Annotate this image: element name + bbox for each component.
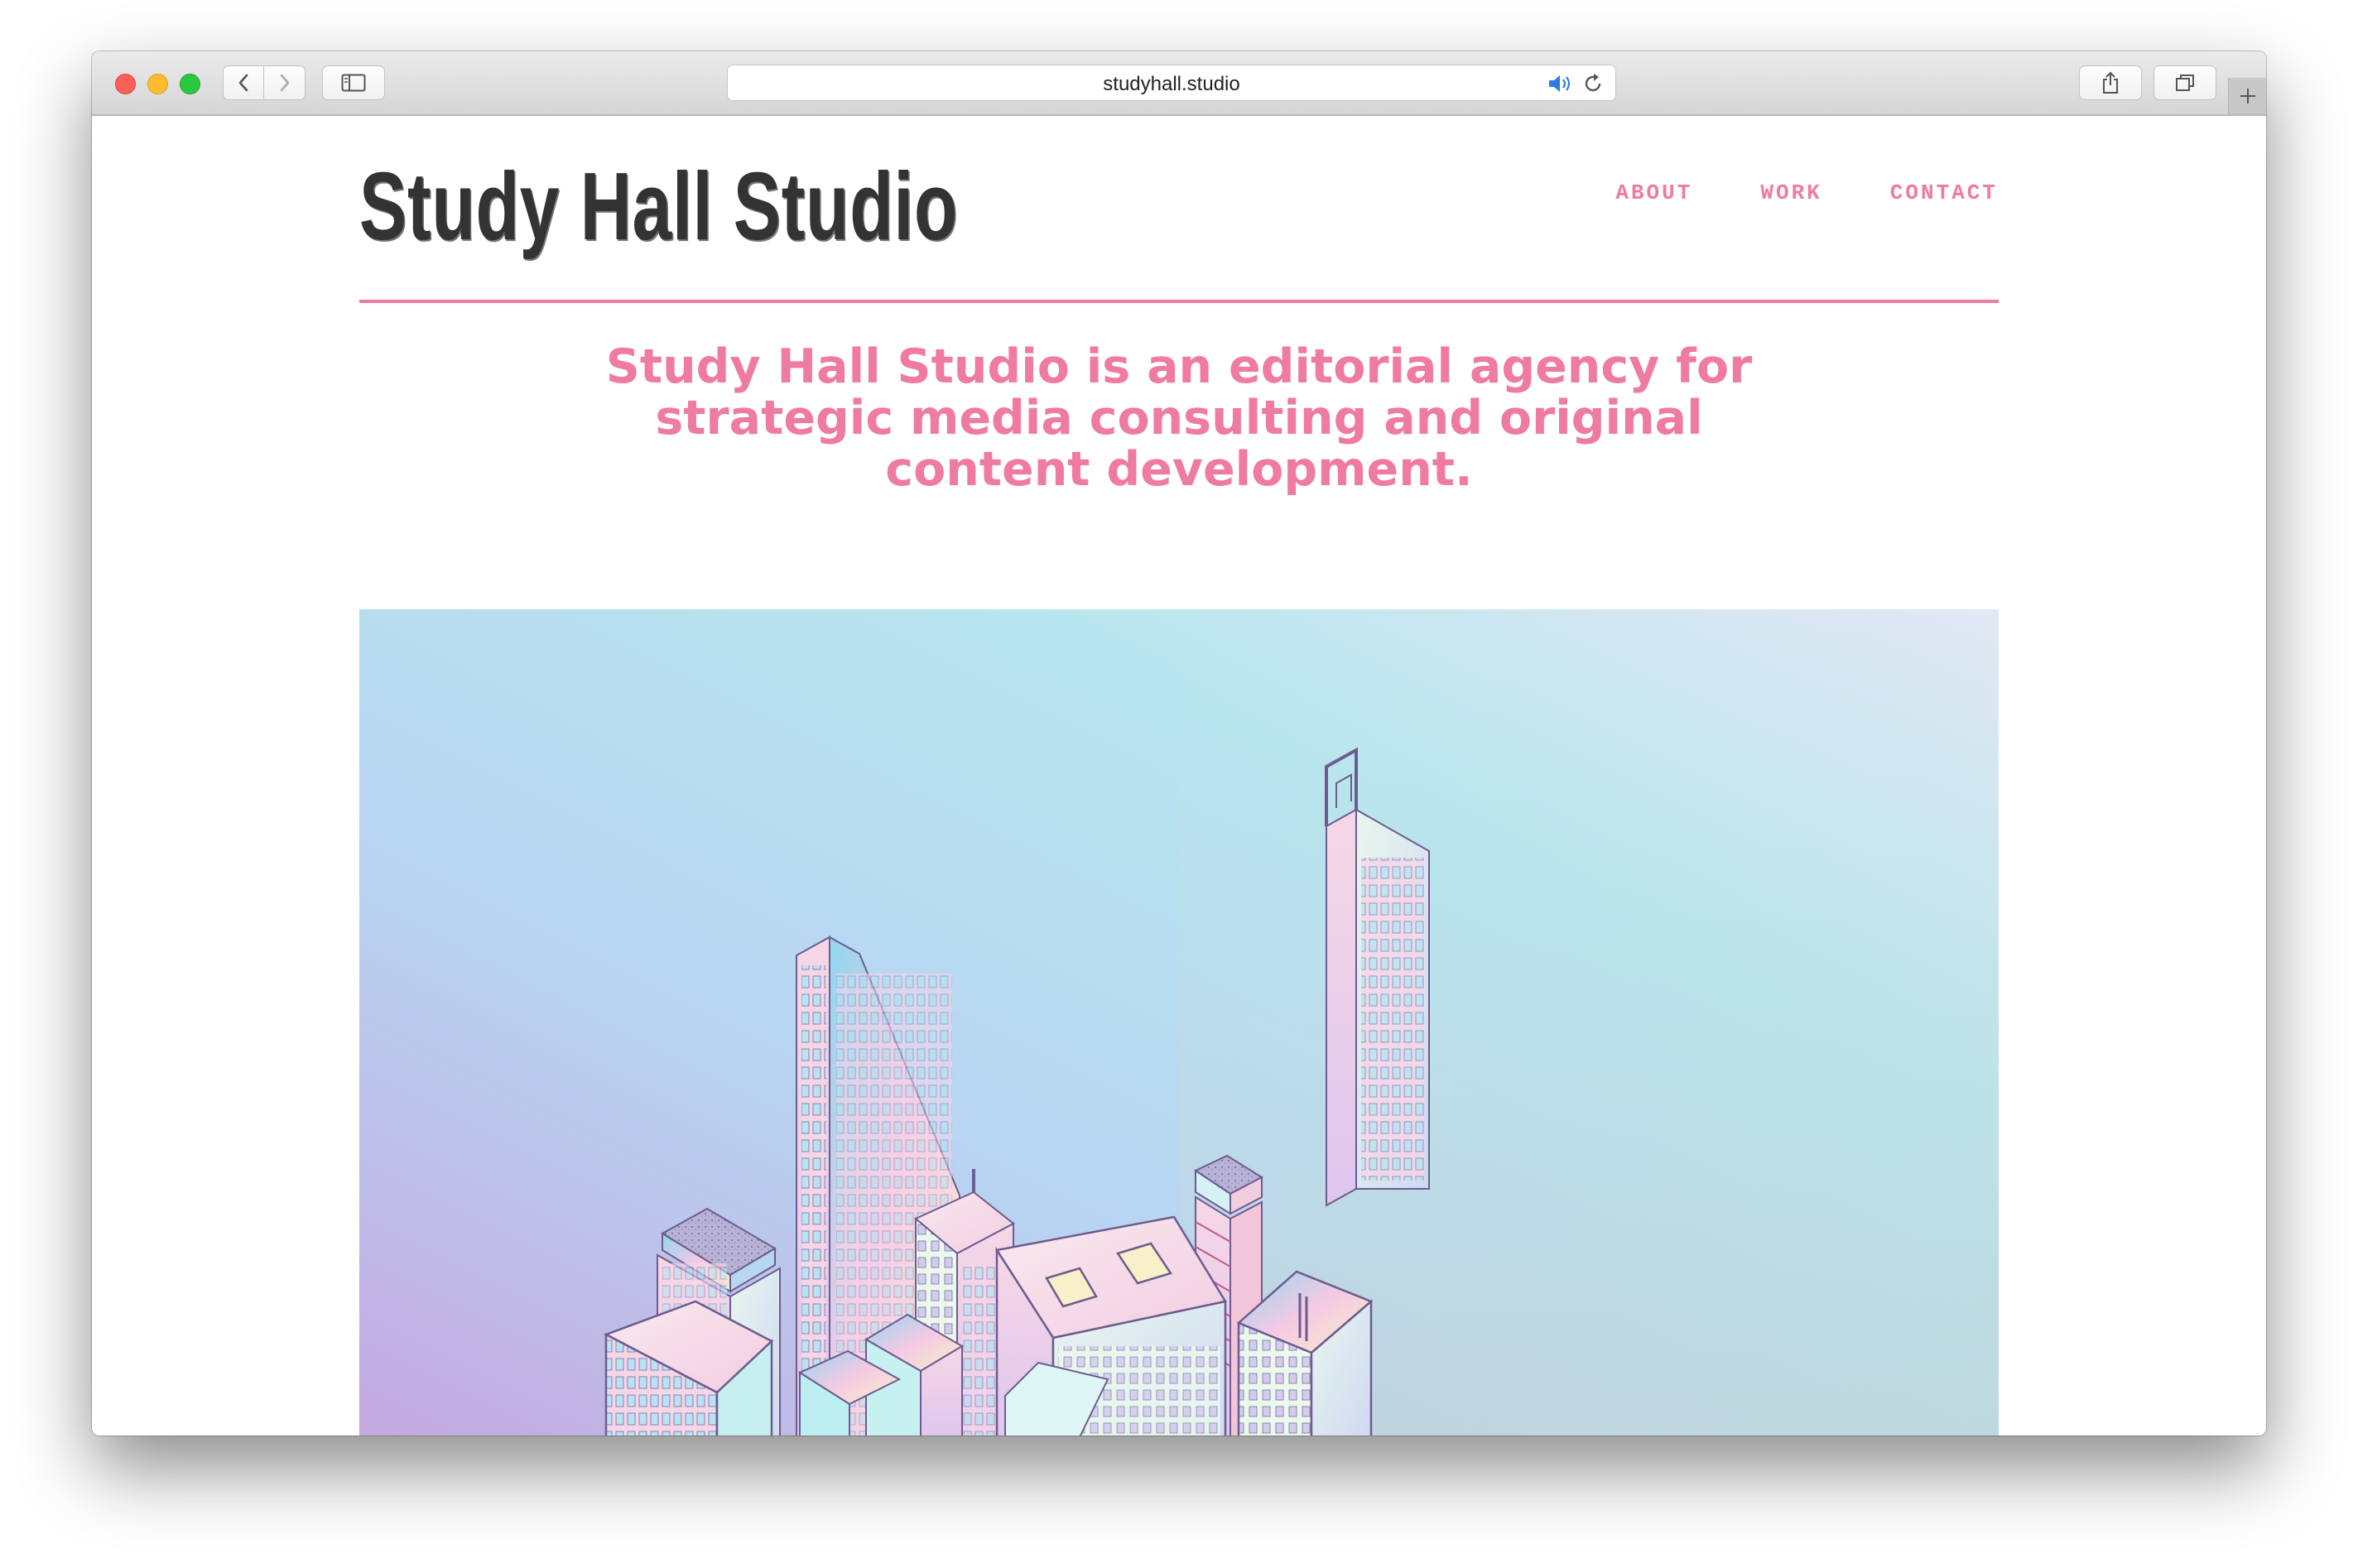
nav-contact-link[interactable]: CONTACT — [1890, 180, 1998, 205]
isometric-city-illustration — [359, 609, 1999, 1436]
chevron-left-icon — [238, 74, 248, 92]
address-bar[interactable]: studyhall.studio — [727, 65, 1616, 101]
tagline-line: content development. — [885, 442, 1473, 497]
url-text: studyhall.studio — [1103, 73, 1240, 95]
minimize-window-button[interactable] — [147, 74, 168, 94]
plus-icon — [2240, 89, 2255, 103]
main-nav: ABOUT WORK CONTACT — [1615, 180, 1998, 205]
back-button[interactable] — [223, 65, 264, 100]
share-icon — [2103, 71, 2118, 94]
tabs-icon — [2176, 75, 2194, 91]
reload-icon[interactable] — [1582, 73, 1604, 94]
sidebar-icon — [341, 74, 366, 92]
site-logo[interactable]: Study Hall Studio — [359, 151, 958, 262]
tabs-overview-button[interactable] — [2153, 65, 2216, 100]
nav-about-link[interactable]: ABOUT — [1615, 180, 1692, 205]
sidebar-button[interactable] — [322, 65, 385, 100]
browser-toolbar: studyhall.studio — [92, 51, 2266, 116]
tagline-line: strategic media consulting and original — [655, 391, 1703, 445]
tagline: Study Hall Studio is an editorial agency… — [359, 341, 1999, 495]
forward-button[interactable] — [263, 65, 306, 100]
close-window-button[interactable] — [115, 74, 136, 94]
speaker-icon[interactable] — [1547, 74, 1574, 94]
tagline-line: Study Hall Studio is an editorial agency… — [605, 339, 1753, 394]
maximize-window-button[interactable] — [180, 74, 200, 94]
new-tab-button[interactable] — [2228, 78, 2266, 114]
page-viewport: Study Hall Studio ABOUT WORK CONTACT Stu… — [92, 116, 2266, 1436]
chevron-right-icon — [280, 74, 289, 92]
header-divider — [359, 300, 1999, 303]
share-button[interactable] — [2079, 65, 2142, 100]
hero-image — [359, 609, 1999, 1436]
nav-work-link[interactable]: WORK — [1760, 180, 1821, 205]
browser-window: studyhall.studio Study Hall Studio ABOUT… — [92, 51, 2266, 1436]
